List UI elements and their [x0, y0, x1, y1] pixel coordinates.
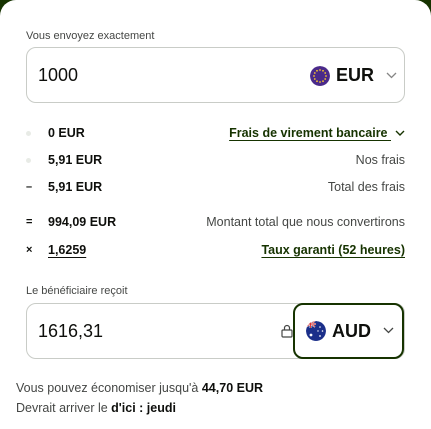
receive-amount-label: Le bénéficiaire reçoit	[26, 285, 128, 297]
arrival-value: d'ici : jeudi	[111, 401, 176, 415]
fee-row-value: 0 EUR	[48, 126, 85, 140]
receive-amount-input[interactable]	[38, 321, 238, 342]
lock-icon	[281, 324, 293, 338]
savings-text: Vous pouvez économiser jusqu'à 44,70 EUR	[16, 381, 263, 395]
multiply-symbol: ×	[26, 244, 33, 256]
fee-row-desc: Total des frais	[327, 180, 405, 194]
receive-currency-select[interactable]: AUD	[293, 303, 404, 359]
chevron-down-icon	[383, 325, 394, 337]
fee-row-rate: × 1,6259 Taux garanti (52 heures)	[26, 240, 405, 260]
send-amount-input[interactable]	[38, 65, 238, 86]
arrival-prefix: Devrait arriver le	[16, 401, 108, 415]
receive-amount-box: AUD	[26, 303, 405, 359]
fee-row-bullet	[26, 127, 48, 139]
receive-currency-code: AUD	[332, 320, 371, 341]
fee-row-value: 5,91 EUR	[48, 153, 103, 167]
fee-row-our-fees: 5,91 EUR Nos frais	[26, 150, 405, 170]
equals-symbol: =	[26, 216, 33, 228]
fee-row-bullet	[26, 154, 48, 166]
eu-flag-icon	[310, 65, 330, 86]
arrival-text: Devrait arriver le d'ici : jeudi	[16, 401, 176, 415]
australia-flag-icon	[306, 321, 326, 341]
fee-row-total-fees: – 5,91 EUR Total des frais	[26, 177, 405, 197]
chevron-down-icon	[395, 130, 405, 137]
exchange-rate-link[interactable]: 1,6259	[48, 243, 86, 257]
fee-row-value: 5,91 EUR	[48, 180, 103, 194]
fee-row-desc: Montant total que nous convertirons	[206, 215, 405, 229]
bank-transfer-fee-dropdown[interactable]: Frais de virement bancaire	[229, 126, 405, 140]
fee-row-converted-amount: = 994,09 EUR Montant total que nous conv…	[26, 212, 405, 232]
fee-row-desc: Frais de virement bancaire	[229, 126, 388, 140]
send-currency-select[interactable]: EUR	[310, 65, 397, 86]
savings-amount: 44,70 EUR	[201, 381, 264, 395]
fee-row-value: 994,09 EUR	[48, 215, 117, 229]
fee-row-bank-transfer: 0 EUR Frais de virement bancaire	[26, 123, 405, 143]
send-currency-code: EUR	[336, 65, 375, 85]
send-amount-label: Vous envoyez exactement	[26, 30, 155, 42]
transfer-calculator-card: Vous envoyez exactement EUR	[0, 0, 431, 429]
chevron-down-icon	[386, 70, 397, 82]
fee-row-desc: Nos frais	[355, 153, 405, 167]
savings-prefix: Vous pouvez économiser jusqu'à	[16, 381, 199, 395]
send-amount-box: EUR	[26, 47, 405, 103]
minus-symbol: –	[26, 181, 33, 193]
guaranteed-rate-link[interactable]: Taux garanti (52 heures)	[261, 243, 405, 257]
